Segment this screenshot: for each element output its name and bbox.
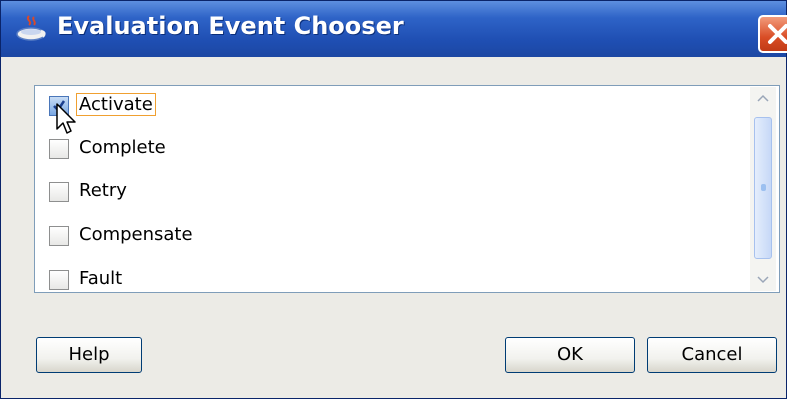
fault-checkbox[interactable] [49,270,69,290]
compensate-checkbox[interactable] [49,226,69,246]
vertical-scrollbar[interactable] [750,87,776,291]
event-label-compensate[interactable]: Compensate [79,224,193,245]
window-title: Evaluation Event Chooser [57,12,404,40]
title-bar[interactable]: Evaluation Event Chooser [1,1,787,57]
dialog-window: Evaluation Event Chooser Activate Comple… [0,0,787,399]
complete-checkbox[interactable] [49,139,69,159]
mouse-pointer-icon [56,103,78,141]
scroll-thumb[interactable] [754,117,772,259]
event-label-activate[interactable]: Activate [76,93,156,116]
event-label-complete[interactable]: Complete [79,137,166,158]
event-list[interactable]: Activate Complete Retry Compensate Fault [34,85,780,293]
close-button[interactable] [758,15,787,53]
scroll-down-icon[interactable] [753,269,773,289]
cancel-button[interactable]: Cancel [647,337,777,373]
event-label-retry[interactable]: Retry [79,180,127,201]
event-label-fault[interactable]: Fault [79,268,122,289]
thumb-grip [761,184,766,191]
ok-button[interactable]: OK [505,337,635,373]
help-button[interactable]: Help [36,337,142,373]
scroll-up-icon[interactable] [753,89,773,109]
java-cup-icon [15,14,49,44]
retry-checkbox[interactable] [49,182,69,202]
